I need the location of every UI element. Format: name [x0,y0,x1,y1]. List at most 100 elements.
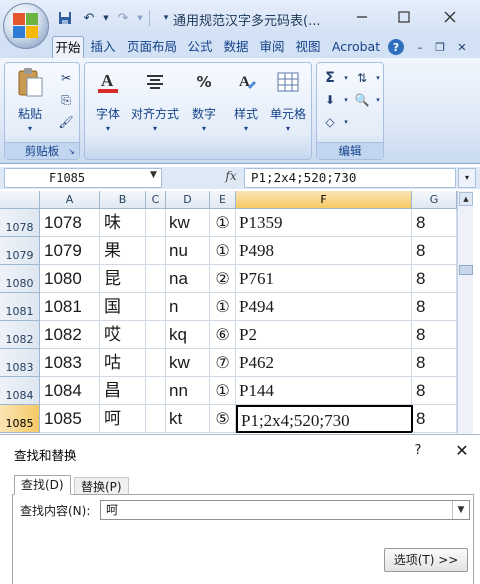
cell-d[interactable]: kq [166,321,210,349]
row-header[interactable]: 1082 [0,321,40,349]
tab-insert[interactable]: 插入 [88,36,118,58]
row-header[interactable]: 1079 [0,237,40,265]
cell-g[interactable]: 8 [412,321,457,349]
tab-find[interactable]: 查找(D) [14,475,71,495]
cell-c[interactable] [146,377,166,405]
ribbon-restore-icon[interactable]: ❐ [432,39,448,55]
cell-g[interactable]: 8 [412,405,457,433]
redo-dropdown-icon[interactable]: ▼ [136,8,144,28]
office-button[interactable] [3,3,49,49]
column-header-d[interactable]: D [166,191,210,209]
cell-g[interactable]: 8 [412,209,457,237]
cell-a[interactable]: 1078 [40,209,100,237]
column-header-g[interactable]: G [412,191,457,209]
minimize-icon[interactable] [342,4,382,30]
column-header-f[interactable]: F [236,191,412,209]
chevron-down-icon[interactable]: ▾ [337,113,355,131]
row-header[interactable]: 1085 [0,405,40,433]
chevron-down-icon[interactable]: ▼ [452,501,469,519]
cell-c[interactable] [146,293,166,321]
cell-a[interactable]: 1081 [40,293,100,321]
ribbon-minimize-icon[interactable]: – [412,39,428,55]
cell-g[interactable]: 8 [412,349,457,377]
format-painter-icon[interactable]: 🖌 [57,113,75,131]
column-header-b[interactable]: B [100,191,146,209]
number-button[interactable]: % 数字 ▾ [181,67,227,133]
cell-b[interactable]: 昌 [100,377,146,405]
styles-button[interactable]: A 样式 ▾ [223,67,269,133]
cell-f[interactable]: P498 [236,237,412,265]
cell-e[interactable]: ② [210,265,236,293]
chevron-down-icon[interactable]: ▾ [369,91,387,109]
alignment-button[interactable]: 对齐方式 ▾ [129,67,181,133]
cell-a[interactable]: 1085 [40,405,100,433]
cell-a[interactable]: 1082 [40,321,100,349]
column-header-a[interactable]: A [40,191,100,209]
cell-b[interactable]: 哎 [100,321,146,349]
row-header[interactable]: 1081 [0,293,40,321]
name-box[interactable]: F1085 [4,168,162,188]
cell-d[interactable]: kt [166,405,210,433]
cell-f[interactable]: P1359 [236,209,412,237]
cell-c[interactable] [146,265,166,293]
cell-g[interactable]: 8 [412,293,457,321]
save-icon[interactable] [54,8,76,28]
options-button[interactable]: 选项(T) >> [384,548,468,572]
cell-a[interactable]: 1083 [40,349,100,377]
close-icon[interactable] [430,4,470,30]
cell-b[interactable]: 国 [100,293,146,321]
cell-e[interactable]: ⑤ [210,405,236,433]
cell-c[interactable] [146,349,166,377]
cut-icon[interactable]: ✂ [57,69,75,87]
cell-c[interactable] [146,405,166,433]
scroll-thumb[interactable] [459,265,473,275]
vertical-scrollbar[interactable]: ▲ [457,191,473,434]
ribbon-close-icon[interactable]: ✕ [454,39,470,55]
cell-a[interactable]: 1079 [40,237,100,265]
dialog-launcher-icon[interactable]: ↘ [66,146,77,157]
cell-b[interactable]: 咕 [100,349,146,377]
active-cell[interactable]: P1;2x4;520;730 [236,405,413,433]
cell-g[interactable]: 8 [412,237,457,265]
cell-c[interactable] [146,237,166,265]
formula-input[interactable]: P1;2x4;520;730 [244,168,456,188]
dialog-help-icon[interactable]: ? [408,441,428,461]
cell-e[interactable]: ⑥ [210,321,236,349]
cell-f[interactable]: P462 [236,349,412,377]
row-header[interactable]: 1080 [0,265,40,293]
undo-icon[interactable]: ↶ [78,8,100,28]
row-header[interactable]: 1078 [0,209,40,237]
cell-c[interactable] [146,209,166,237]
expand-formula-bar-icon[interactable]: ▾ [458,168,476,188]
cell-d[interactable]: n [166,293,210,321]
cell-e[interactable]: ① [210,377,236,405]
cell-d[interactable]: nu [166,237,210,265]
row-header[interactable]: 1083 [0,349,40,377]
undo-dropdown-icon[interactable]: ▼ [102,8,110,28]
redo-icon[interactable]: ↷ [112,8,134,28]
chevron-down-icon[interactable]: ▼ [150,170,157,180]
select-all-corner[interactable] [0,191,40,209]
tab-home[interactable]: 开始 [52,36,84,58]
cell-g[interactable]: 8 [412,377,457,405]
cell-e[interactable]: ① [210,237,236,265]
find-what-input[interactable]: 呵 [100,500,470,520]
chevron-down-icon[interactable]: ▾ [369,69,387,87]
column-header-c[interactable]: C [146,191,166,209]
font-button[interactable]: A 字体 ▾ [85,67,131,133]
insert-function-icon[interactable]: fx [220,169,242,187]
cells-button[interactable]: 单元格 ▾ [265,67,311,133]
cell-d[interactable]: kw [166,209,210,237]
cell-f[interactable]: P144 [236,377,412,405]
cell-e[interactable]: ① [210,209,236,237]
cell-e[interactable]: ⑦ [210,349,236,377]
tab-formulas[interactable]: 公式 [184,36,216,58]
scroll-up-icon[interactable]: ▲ [459,192,473,206]
cell-f[interactable]: P761 [236,265,412,293]
help-icon[interactable]: ? [388,39,404,55]
cell-a[interactable]: 1084 [40,377,100,405]
tab-replace[interactable]: 替换(P) [74,477,129,495]
cell-b[interactable]: 味 [100,209,146,237]
cell-f[interactable]: P2 [236,321,412,349]
paste-button[interactable]: 粘贴 ▾ [7,67,53,133]
